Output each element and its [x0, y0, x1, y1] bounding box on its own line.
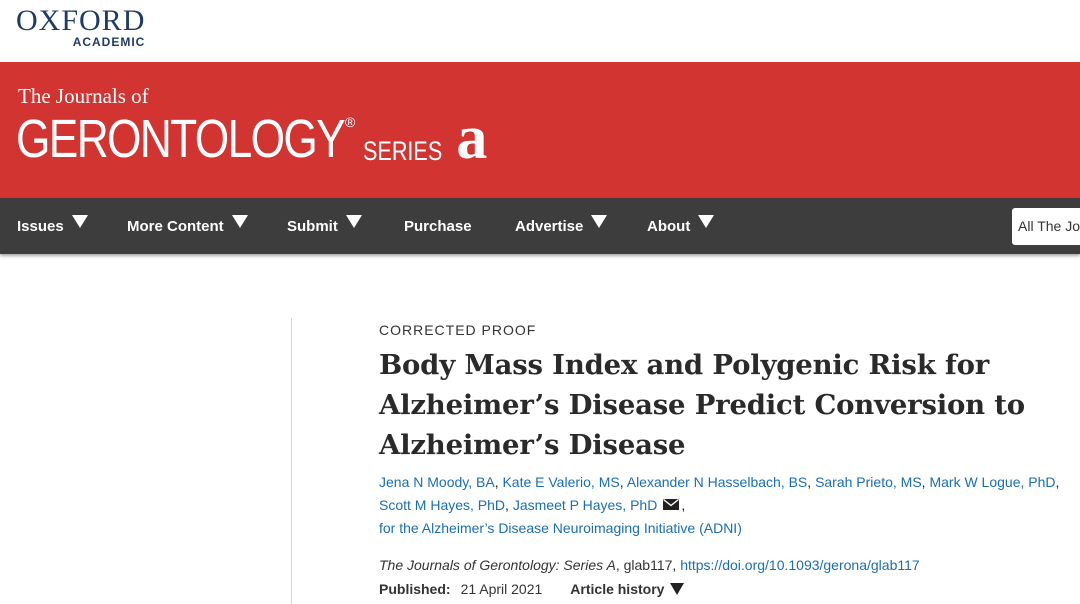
- journal-series: SERIES: [363, 136, 443, 166]
- publisher-sub: ACADEMIC: [72, 35, 146, 49]
- citation-line: The Journals of Gerontology: Series A, g…: [379, 555, 1079, 575]
- group-author-link[interactable]: for the Alzheimer’s Disease Neuroimaging…: [379, 520, 742, 536]
- author-link[interactable]: Scott M Hayes, PhD: [379, 497, 505, 513]
- journal-masthead[interactable]: The Journals of GERONTOLOGY ® SERIES a: [16, 84, 488, 172]
- top-bar: OXFORD ACADEMIC: [0, 0, 1080, 62]
- main-nav: Issues More Content Submit Purchase Adve…: [0, 198, 1080, 254]
- nav-purchase-label: Purchase: [404, 217, 472, 235]
- author-list: Jena N Moody, BA, Kate E Valerio, MS, Al…: [379, 471, 1079, 540]
- nav-issues[interactable]: Issues: [17, 198, 88, 254]
- author-line-1: Jena N Moody, BA, Kate E Valerio, MS, Al…: [379, 474, 1060, 490]
- nav-more-content-label: More Content: [127, 217, 224, 235]
- dropdown-arrow-icon: [591, 214, 608, 228]
- nav-about[interactable]: About: [647, 198, 715, 254]
- doi-link[interactable]: https://doi.org/10.1093/gerona/glab117: [680, 557, 919, 573]
- journal-series-letter: a: [456, 104, 488, 172]
- article-history-toggle[interactable]: Article history: [570, 579, 685, 599]
- nav-more-content[interactable]: More Content: [127, 198, 248, 254]
- author-link[interactable]: Alexander N Hasselbach, BS: [627, 474, 808, 490]
- journal-title: GERONTOLOGY: [16, 109, 346, 169]
- dropdown-arrow-icon: [670, 583, 685, 595]
- dropdown-arrow-icon: [698, 214, 715, 228]
- dropdown-arrow-icon: [231, 214, 248, 228]
- nav-issues-label: Issues: [17, 217, 64, 235]
- oxford-academic-logo[interactable]: OXFORD ACADEMIC: [16, 6, 145, 49]
- article-title: Body Mass Index and Polygenic Risk for A…: [379, 349, 1025, 461]
- citation-id: , glab117,: [615, 557, 677, 573]
- column-divider: [291, 318, 292, 604]
- nav-submit[interactable]: Submit: [287, 198, 362, 254]
- envelope-icon[interactable]: [663, 499, 680, 510]
- author-link[interactable]: Mark W Logue, PhD: [929, 474, 1055, 490]
- author-link[interactable]: Jasmeet P Hayes, PhD: [513, 497, 657, 513]
- article-header: CORRECTED PROOF Body Mass Index and Poly…: [379, 320, 1079, 599]
- journal-prefix: The Journals of: [18, 84, 149, 108]
- author-line-3: for the Alzheimer’s Disease Neuroimaging…: [379, 517, 1079, 540]
- nav-purchase[interactable]: Purchase: [404, 198, 472, 254]
- author-link[interactable]: Jena N Moody, BA: [379, 474, 495, 490]
- published-label: Published:: [379, 581, 451, 597]
- published-date: 21 April 2021: [460, 581, 543, 597]
- dropdown-arrow-icon: [71, 214, 88, 228]
- registered-mark: ®: [345, 114, 356, 130]
- citation-journal: The Journals of Gerontology: Series A: [379, 557, 616, 573]
- publisher-name: OXFORD: [16, 4, 146, 37]
- article-history-label: Article history: [570, 581, 665, 597]
- author-line-2: Scott M Hayes, PhD, Jasmeet P Hayes, PhD…: [379, 497, 686, 513]
- nav-advertise-label: Advertise: [515, 217, 584, 235]
- nav-about-label: About: [647, 217, 691, 235]
- journal-banner: The Journals of GERONTOLOGY ® SERIES a: [0, 62, 1080, 198]
- author-link[interactable]: Kate E Valerio, MS: [502, 474, 619, 490]
- publication-info: Published: 21 April 2021 Article history: [379, 579, 1079, 599]
- nav-submit-label: Submit: [287, 217, 338, 235]
- nav-advertise[interactable]: Advertise: [515, 198, 608, 254]
- author-link[interactable]: Sarah Prieto, MS: [815, 474, 922, 490]
- dropdown-arrow-icon: [345, 214, 362, 228]
- article-status: CORRECTED PROOF: [379, 322, 537, 338]
- search-scope-select[interactable]: All The Jou: [1012, 208, 1080, 245]
